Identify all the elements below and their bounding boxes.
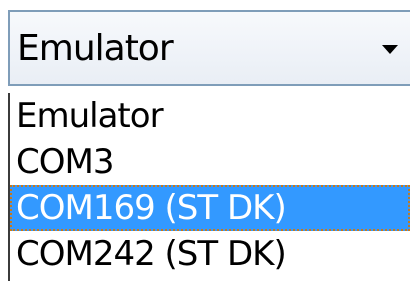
option-label: Emulator (16, 96, 164, 136)
option-label: COM169 (ST DK) (16, 188, 287, 228)
page: Emulator Emulator COM3 COM169 (ST DK) CO… (0, 0, 410, 281)
port-dropdown-list: Emulator COM3 COM169 (ST DK) COM242 (ST … (8, 93, 410, 281)
option-label: COM242 (ST DK) (16, 234, 287, 274)
port-select[interactable]: Emulator (8, 10, 410, 86)
dropdown-option-com242[interactable]: COM242 (ST DK) (10, 231, 410, 277)
option-label: COM3 (16, 142, 114, 182)
dropdown-option-com3[interactable]: COM3 (10, 139, 410, 185)
port-select-value: Emulator (17, 28, 174, 69)
chevron-down-icon[interactable] (382, 45, 398, 54)
dropdown-option-com169[interactable]: COM169 (ST DK) (10, 185, 410, 231)
dropdown-option-emulator[interactable]: Emulator (10, 93, 410, 139)
